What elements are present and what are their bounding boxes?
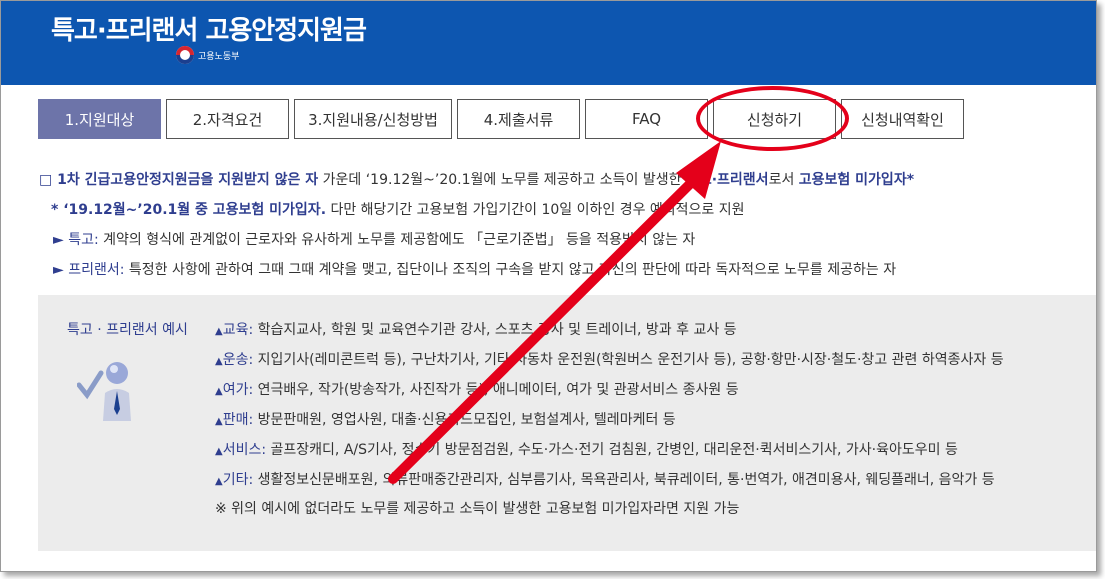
page-frame: 특고·프리랜서 고용안정지원금 고용노동부 1.지원대상 2.자격요건 3.지원… (0, 0, 1097, 572)
annotation-arrow (388, 141, 721, 484)
